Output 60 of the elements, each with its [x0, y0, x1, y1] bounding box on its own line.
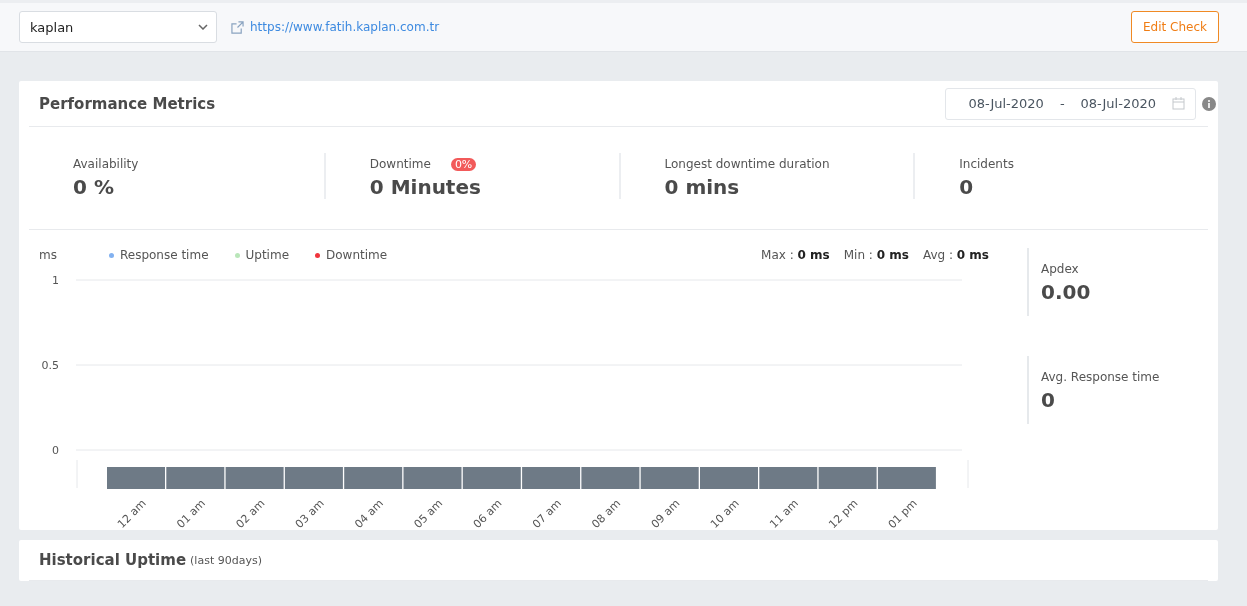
- info-icon[interactable]: [1202, 96, 1216, 111]
- stat-value: 0 %: [73, 175, 115, 199]
- status-segment: [640, 467, 699, 489]
- date-range-field[interactable]: 08-Jul-2020 - 08-Jul-2020: [945, 87, 1196, 120]
- status-segment: [462, 467, 521, 489]
- stat-value: 0 Minutes: [369, 175, 482, 199]
- external-link-icon: [231, 20, 244, 34]
- summary-stat: Max : 0 ms: [761, 248, 830, 262]
- legend-label: Uptime: [245, 248, 290, 262]
- stat-label: Avg. Response time: [1041, 370, 1160, 384]
- tick-label: 12 pm: [826, 496, 861, 530]
- tick-label: 0: [52, 444, 59, 457]
- stat-value: 0: [1041, 388, 1056, 412]
- percent-badge: 0%: [450, 158, 477, 171]
- tick-label: 09 am: [648, 496, 683, 530]
- status-segment: [700, 467, 758, 489]
- tick-label: 12 am: [114, 496, 149, 530]
- tick-label: 01 am: [174, 496, 209, 530]
- tick-label: 04 am: [352, 496, 386, 530]
- status-segment: [107, 467, 165, 489]
- status-segment: [344, 467, 403, 489]
- axis-label: ms: [39, 248, 57, 262]
- monitor-select[interactable]: kaplan: [19, 11, 217, 43]
- status-segment: [818, 467, 877, 489]
- section-title: Performance Metrics: [39, 94, 216, 113]
- tick-label: 05 am: [411, 496, 446, 530]
- legend-label: Response time: [119, 248, 209, 262]
- stat-label: Apdex: [1041, 262, 1079, 276]
- status-segment: [166, 467, 225, 489]
- tick-label: 06 am: [470, 496, 505, 530]
- stat-value: 0 mins: [664, 175, 741, 199]
- tick-label: 08 am: [589, 496, 624, 530]
- status-segment: [581, 467, 640, 489]
- tick-label: 03 am: [292, 496, 327, 530]
- section-subtitle: (last 90days): [190, 553, 262, 567]
- status-segment: [522, 467, 581, 489]
- status-segment: [877, 467, 936, 489]
- chevron-down-icon: [198, 24, 208, 30]
- status-segment: [225, 467, 284, 489]
- summary-stat: Min : 0 ms: [843, 248, 909, 262]
- status-segment: [759, 467, 818, 489]
- tick-label: 1: [52, 274, 59, 287]
- stat-value: 0.00: [1041, 280, 1092, 304]
- stat-label: Availability: [73, 157, 139, 171]
- tick-label: 02 am: [233, 496, 268, 530]
- stat-label: Longest downtime duration: [664, 157, 830, 171]
- section-title: Historical Uptime: [39, 551, 187, 569]
- tick-label: 07 am: [529, 496, 564, 530]
- summary-stat: Avg : 0 ms: [922, 248, 989, 262]
- stat-value: 0: [959, 175, 975, 199]
- tick-label: 01 pm: [885, 496, 920, 530]
- tick-label: 11 am: [767, 496, 802, 530]
- stat-label: Downtime: [369, 157, 431, 171]
- status-segment: [403, 467, 462, 489]
- legend-label: Downtime: [326, 248, 388, 262]
- status-segment: [284, 467, 343, 489]
- calendar-icon: [1172, 97, 1185, 110]
- tick-label: 0.5: [41, 359, 59, 372]
- tick-label: 10 am: [707, 496, 742, 530]
- stat-label: Incidents: [959, 157, 1014, 171]
